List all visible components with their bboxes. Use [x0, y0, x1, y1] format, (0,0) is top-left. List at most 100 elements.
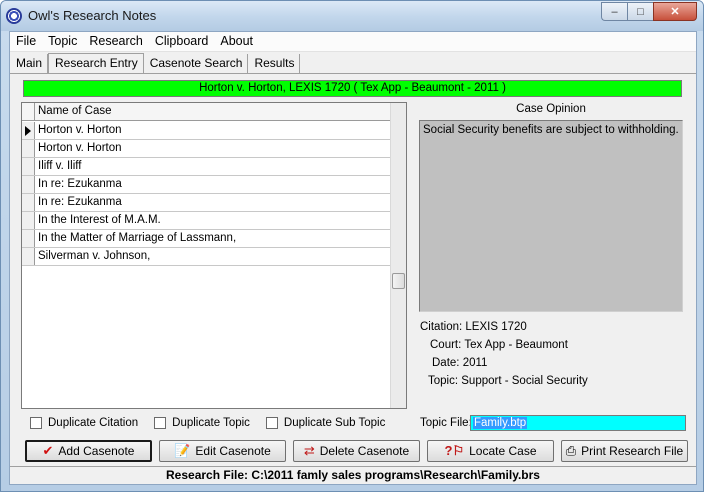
citation-row: Citation: LEXIS 1720 [420, 321, 527, 333]
table-row[interactable]: Silverman v. Johnson, [22, 248, 391, 266]
topic-file-field[interactable]: Family.btp [470, 415, 686, 431]
checkbox-label: Duplicate Topic [172, 417, 250, 429]
citation-value: LEXIS 1720 [465, 321, 527, 333]
menu-bar: File Topic Research Clipboard About [10, 32, 696, 52]
tab-main[interactable]: Main [10, 54, 49, 73]
locate-case-label: Locate Case [469, 444, 537, 458]
grid-rows: Horton v. Horton Horton v. Horton Iliff … [22, 122, 391, 266]
window-controls: – □ ✕ [601, 2, 697, 21]
table-row[interactable]: In re: Ezukanma [22, 176, 391, 194]
table-row[interactable]: Iliff v. Iliff [22, 158, 391, 176]
table-row[interactable]: In the Matter of Marriage of Lassmann, [22, 230, 391, 248]
court-value: Tex App - Beaumont [464, 339, 568, 351]
indicator-header [22, 103, 35, 121]
case-name-cell[interactable]: In the Matter of Marriage of Lassmann, [35, 230, 236, 247]
topic-file-value: Family.btp [473, 417, 528, 429]
delete-arrows-icon: ⇄ [303, 443, 315, 458]
menu-research[interactable]: Research [83, 32, 149, 52]
checkbox-label: Duplicate Citation [48, 417, 139, 429]
delete-casenote-label: Delete Casenote [319, 444, 410, 458]
checkbox-box[interactable] [154, 417, 167, 429]
case-opinion-text[interactable]: Social Security benefits are subject to … [419, 120, 683, 312]
date-value: 2011 [462, 357, 488, 369]
duplicate-topic-checkbox[interactable]: Duplicate Topic [154, 417, 250, 429]
grid-header: Name of Case [22, 103, 391, 121]
case-name-cell[interactable]: In the Interest of M.A.M. [35, 212, 161, 229]
row-indicator [22, 230, 35, 247]
checkbox-box[interactable] [265, 417, 278, 429]
table-row[interactable]: In re: Ezukanma [22, 194, 391, 212]
case-grid[interactable]: Name of Case Horton v. Horton Horton v. … [21, 102, 407, 409]
case-name-cell[interactable]: Iliff v. Iliff [35, 158, 81, 175]
table-row[interactable]: Horton v. Horton [22, 140, 391, 158]
menu-file[interactable]: File [10, 32, 42, 52]
row-indicator [22, 158, 35, 175]
tab-strip: Main Research Entry Casenote Search Resu… [10, 53, 301, 73]
citation-label: Citation: [420, 321, 463, 333]
tab-results[interactable]: Results [248, 54, 301, 73]
close-icon: ✕ [670, 6, 680, 18]
add-casenote-button[interactable]: ✔ Add Casenote [25, 440, 152, 462]
client-area: File Topic Research Clipboard About Main… [9, 31, 697, 485]
print-research-file-button[interactable]: ⎙ Print Research File [561, 440, 688, 462]
menu-clipboard[interactable]: Clipboard [149, 32, 215, 52]
grid-scrollbar[interactable] [390, 103, 406, 408]
duplicate-checks: Duplicate Citation Duplicate Topic Dupli… [30, 417, 401, 429]
case-name-cell[interactable]: Horton v. Horton [35, 140, 122, 157]
case-name-cell[interactable]: Silverman v. Johnson, [35, 248, 150, 265]
current-row-arrow-icon [22, 122, 35, 139]
tab-divider [10, 73, 696, 74]
topic-file-label: Topic File: [420, 417, 472, 429]
case-banner: Horton v. Horton, LEXIS 1720 ( Tex App -… [23, 80, 682, 97]
question-search-icon: ?⚐ [444, 443, 465, 458]
edit-casenote-label: Edit Casenote [195, 444, 271, 458]
maximize-icon: □ [637, 5, 644, 18]
case-opinion-label: Case Opinion [516, 103, 586, 115]
row-indicator [22, 194, 35, 211]
topic-value: Support - Social Security [461, 375, 588, 387]
title-bar[interactable]: Owl's Research Notes – □ ✕ [1, 1, 703, 31]
owl-app-icon [6, 8, 22, 24]
duplicate-sub-topic-checkbox[interactable]: Duplicate Sub Topic [265, 417, 386, 429]
row-indicator [22, 248, 35, 265]
case-name-cell[interactable]: In re: Ezukanma [35, 194, 122, 211]
minimize-icon: – [611, 5, 618, 18]
row-indicator [22, 140, 35, 157]
minimize-button[interactable]: – [601, 2, 627, 21]
delete-casenote-button[interactable]: ⇄ Delete Casenote [293, 440, 420, 462]
checkmark-icon: ✔ [42, 443, 54, 458]
court-label: Court: [430, 339, 462, 351]
checkbox-box[interactable] [30, 417, 42, 429]
add-casenote-label: Add Casenote [58, 444, 135, 458]
edit-casenote-button[interactable]: 📝 Edit Casenote [159, 440, 286, 462]
tab-casenote-search[interactable]: Casenote Search [144, 54, 249, 73]
menu-about[interactable]: About [214, 32, 259, 52]
menu-topic[interactable]: Topic [42, 32, 83, 52]
topic-row: Topic: Support - Social Security [428, 375, 588, 387]
row-indicator [22, 212, 35, 229]
row-indicator [22, 176, 35, 193]
checkbox-label: Duplicate Sub Topic [283, 417, 386, 429]
action-buttons: ✔ Add Casenote 📝 Edit Casenote ⇄ Delete Cas… [25, 440, 695, 462]
duplicate-citation-checkbox[interactable]: Duplicate Citation [30, 417, 138, 429]
locate-case-button[interactable]: ?⚐ Locate Case [427, 440, 554, 462]
window-title: Owl's Research Notes [28, 8, 157, 23]
name-of-case-header[interactable]: Name of Case [35, 103, 112, 120]
table-row[interactable]: Horton v. Horton [22, 122, 391, 140]
topic-label: Topic: [428, 375, 459, 387]
status-bar: Research File: C:\2011 famly sales progr… [10, 466, 696, 484]
maximize-button[interactable]: □ [627, 2, 653, 21]
close-button[interactable]: ✕ [653, 2, 697, 21]
printer-icon: ⎙ [565, 443, 577, 458]
case-name-cell[interactable]: Horton v. Horton [35, 122, 122, 139]
case-name-cell[interactable]: In re: Ezukanma [35, 176, 122, 193]
print-research-file-label: Print Research File [581, 444, 684, 458]
table-row[interactable]: In the Interest of M.A.M. [22, 212, 391, 230]
court-row: Court: Tex App - Beaumont [430, 339, 568, 351]
edit-document-icon: 📝 [174, 443, 191, 458]
date-row: Date: 2011 [432, 357, 487, 369]
date-label: Date: [432, 357, 460, 369]
tab-research-entry[interactable]: Research Entry [48, 53, 144, 73]
scroll-thumb[interactable] [392, 273, 405, 289]
app-window: Owl's Research Notes – □ ✕ File Topic Re… [0, 0, 704, 492]
